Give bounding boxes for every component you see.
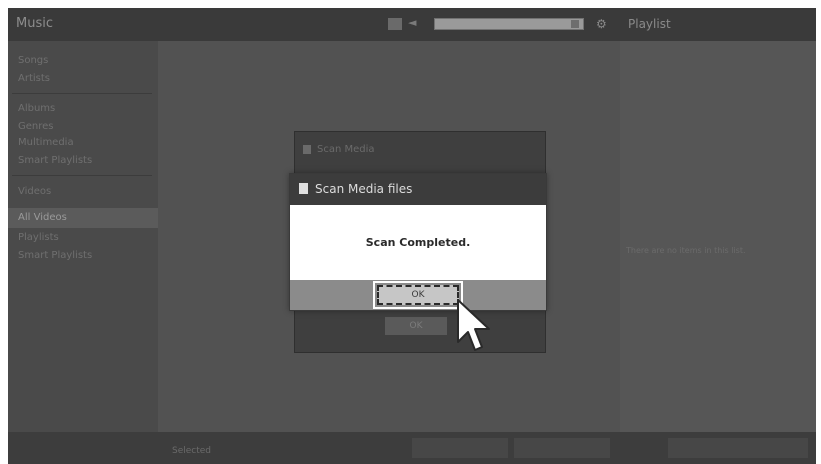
sidebar-item-videos[interactable]: Videos bbox=[18, 186, 51, 197]
status-label: Selected bbox=[172, 446, 212, 456]
sidebar-item-artists[interactable]: Artists bbox=[18, 73, 50, 84]
document-icon bbox=[299, 183, 308, 194]
sidebar-item-smart-playlists[interactable]: Smart Playlists bbox=[18, 155, 92, 166]
sidebar-item-video-smart-playlists[interactable]: Smart Playlists bbox=[18, 250, 92, 261]
sidebar-item-playlists[interactable]: Playlists bbox=[18, 232, 59, 243]
top-toolbar: Music ◄ ⚙ Playlist bbox=[8, 8, 816, 41]
mouse-pointer-icon bbox=[457, 299, 490, 351]
ok-button[interactable]: OK bbox=[377, 285, 459, 305]
sidebar: Songs Artists Albums Genres Multimedia S… bbox=[8, 41, 159, 432]
sidebar-item-genres[interactable]: Genres bbox=[18, 121, 54, 132]
back-dialog-title: Scan Media bbox=[317, 144, 375, 155]
app-title: Music bbox=[16, 16, 53, 31]
dialog-header: Scan Media files bbox=[290, 174, 546, 205]
sidebar-item-songs[interactable]: Songs bbox=[18, 55, 48, 66]
app-window: Music ◄ ⚙ Playlist Songs Artists Albums … bbox=[8, 8, 816, 464]
playlist-panel bbox=[620, 41, 816, 432]
sidebar-item-multimedia[interactable]: Multimedia bbox=[18, 137, 74, 148]
sidebar-divider bbox=[12, 93, 152, 94]
bottom-button[interactable] bbox=[412, 438, 508, 458]
playlist-panel-title: Playlist bbox=[628, 17, 671, 31]
scan-completed-message: Scan Completed. bbox=[365, 236, 471, 249]
dialog-title: Scan Media files bbox=[315, 182, 413, 196]
bottom-button[interactable] bbox=[514, 438, 610, 458]
bottom-search-field[interactable] bbox=[668, 438, 808, 458]
sidebar-item-albums[interactable]: Albums bbox=[18, 103, 55, 114]
settings-icon[interactable]: ⚙ bbox=[596, 17, 607, 31]
scan-media-files-dialog: Scan Media files Scan Completed. OK bbox=[289, 173, 547, 311]
dialog-footer: OK bbox=[290, 280, 546, 310]
scan-icon bbox=[303, 145, 311, 154]
previous-icon[interactable]: ◄ bbox=[408, 16, 416, 29]
back-dialog-ok-button[interactable]: OK bbox=[385, 317, 447, 335]
seek-knob[interactable] bbox=[571, 20, 579, 28]
sidebar-divider bbox=[12, 175, 152, 176]
sidebar-item-all-videos[interactable]: All Videos bbox=[18, 212, 67, 223]
seek-bar[interactable] bbox=[434, 18, 584, 30]
playlist-empty-text: There are no items in this list. bbox=[626, 246, 746, 255]
media-icon[interactable] bbox=[388, 18, 402, 30]
bottom-bar: Selected bbox=[8, 432, 816, 464]
